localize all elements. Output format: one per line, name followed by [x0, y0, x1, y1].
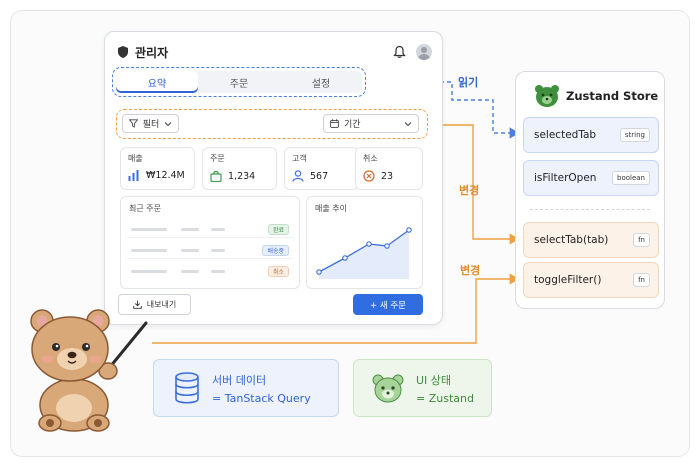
change-arrow-label: 변경 [460, 264, 481, 277]
tab-bar: 요약 주문 설정 [116, 71, 362, 93]
stat-label: 주문 [210, 154, 225, 163]
change-arrow-label: 변경 [459, 184, 480, 197]
period-label: 기간 [344, 120, 361, 130]
zustand-store-panel: Zustand Store selectedTab string isFilte… [515, 71, 665, 309]
shield-icon [118, 46, 128, 58]
bar-chart-icon [128, 170, 139, 181]
store-divider [530, 209, 650, 210]
store-item-toggle-filter: toggleFilter() fn [523, 262, 659, 298]
chevron-down-icon [404, 121, 412, 126]
sales-trend-sparkline [316, 227, 412, 279]
new-order-button[interactable]: + 새 주문 [353, 294, 423, 315]
funnel-icon [128, 119, 138, 128]
period-select[interactable]: 기간 [323, 114, 419, 133]
stat-value: 1,234 [228, 170, 256, 182]
cancel-circle-icon [363, 170, 375, 182]
legend-ui-desc: = Zustand [416, 391, 474, 405]
shopping-bag-icon [210, 170, 222, 182]
bear-icon [535, 85, 559, 107]
store-item-name: toggleFilter() [534, 274, 602, 286]
admin-header: 관리자 [117, 40, 432, 64]
filter-button[interactable]: 필터 [122, 114, 179, 133]
tab-orders[interactable]: 주문 [198, 71, 280, 93]
stat-value: 23 [381, 170, 394, 182]
store-item-name: selectedTab [534, 129, 597, 141]
status-badge: 완료 [267, 224, 289, 235]
tab-settings[interactable]: 설정 [280, 71, 362, 93]
table-row[interactable]: 취소 [127, 263, 293, 280]
store-title: Zustand Store [566, 89, 659, 103]
store-item-type: fn [633, 273, 650, 287]
admin-title: 관리자 [135, 45, 169, 60]
calendar-icon [330, 119, 339, 128]
table-row[interactable]: 완료 [127, 221, 293, 238]
legend-server-desc: = TanStack Query [212, 391, 311, 405]
user-icon [292, 170, 304, 182]
store-item-name: selectTab(tab) [534, 234, 609, 246]
stat-card-orders: 주문 1,234 [202, 147, 277, 190]
store-item-type: string [619, 128, 650, 142]
avatar[interactable] [416, 44, 432, 60]
store-item-is-filter-open: isFilterOpen boolean [523, 160, 659, 196]
status-badge: 취소 [267, 266, 289, 277]
status-badge: 배송중 [262, 245, 289, 256]
legend-server-data: 서버 데이터 = TanStack Query [153, 359, 339, 417]
admin-panel: 관리자 요약 주문 설정 필터 기간 매출 ₩12.4M 주문 1,234 고객… [104, 31, 443, 325]
store-item-type: boolean [612, 171, 650, 185]
recent-orders-title: 최근 주문 [129, 204, 161, 213]
database-icon [175, 372, 199, 404]
legend-server-title: 서버 데이터 [212, 373, 267, 387]
table-row[interactable]: 배송중 [127, 242, 293, 259]
store-item-name: isFilterOpen [534, 172, 597, 184]
store-item-type: fn [633, 233, 650, 247]
stat-label: 취소 [363, 154, 378, 163]
stat-label: 고객 [292, 154, 307, 163]
stat-label: 매출 [128, 154, 143, 163]
stat-value: 567 [310, 170, 329, 182]
bell-icon[interactable] [393, 45, 406, 59]
teddy-bear-mascot [30, 309, 148, 432]
tab-summary[interactable]: 요약 [116, 71, 198, 93]
store-item-select-tab: selectTab(tab) fn [523, 222, 659, 258]
tabs-highlight: 요약 주문 설정 [112, 67, 366, 97]
filter-label: 필터 [142, 120, 160, 130]
chevron-down-icon [164, 121, 172, 126]
bear-icon [372, 374, 404, 403]
legend-ui-title: UI 상태 [416, 373, 452, 387]
sales-trend-panel: 매출 추이 [306, 196, 423, 289]
stat-card-customers: 고객 567 [284, 147, 359, 190]
legend-ui-state: UI 상태 = Zustand [353, 359, 492, 417]
stat-value: ₩12.4M [146, 170, 185, 181]
stat-card-cancels: 취소 23 [355, 147, 423, 190]
read-arrow-label: 읽기 [458, 76, 479, 89]
filter-highlight: 필터 기간 [116, 109, 428, 139]
store-item-selected-tab: selectedTab string [523, 117, 659, 153]
stat-card-sales: 매출 ₩12.4M [120, 147, 195, 190]
recent-orders-panel: 최근 주문 완료 배송중 취소 [120, 196, 300, 289]
